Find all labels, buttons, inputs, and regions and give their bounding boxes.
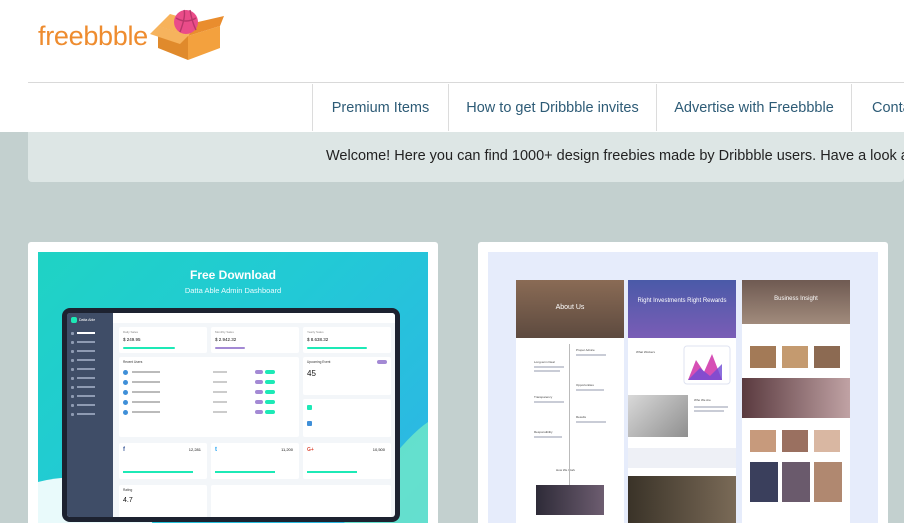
table-row <box>123 370 295 376</box>
stat-value: $ 8.638.32 <box>307 337 329 342</box>
section-label: Results <box>576 415 587 419</box>
upcoming-event-panel: Upcoming Event 45 <box>303 357 391 395</box>
thumbnail-title: Free Download <box>189 268 276 282</box>
logo[interactable]: freebbble <box>38 8 226 64</box>
logo-strip <box>628 448 736 468</box>
dashboard-topbar <box>113 313 395 323</box>
thumbnail-subtitle: Datta Able Admin Dashboard <box>184 286 282 295</box>
section-label: Who We Are <box>694 398 711 402</box>
hero-image: Business Insight <box>742 280 850 324</box>
stat-card: Monthly Sales $ 2.942.32 <box>211 327 299 353</box>
section-label: Long-term Deal <box>534 360 555 364</box>
logo-text: freebbble <box>38 20 148 51</box>
site-image <box>814 462 842 502</box>
table-row <box>123 400 295 406</box>
hero-title: Right Investments Right Rewards <box>637 298 727 304</box>
site-image <box>536 485 604 515</box>
twitter-icon: t <box>215 447 217 453</box>
stat-card: Yearly Sales $ 8.638.32 <box>303 327 391 353</box>
dashboard-sidebar: Datta Able <box>67 313 113 517</box>
panel-title: Recent Users <box>123 360 143 364</box>
website-page-mockup: About Us Long-term Deal Transparency Res… <box>516 280 624 523</box>
traffic-panel <box>303 399 391 437</box>
stat-value: $ 249.95 <box>123 337 141 342</box>
stat-label: Yearly Sales <box>307 330 324 334</box>
dribbble-box-icon <box>149 6 226 67</box>
card-thumbnail[interactable]: Free Download Datta Able Admin Dashboard… <box>38 252 428 523</box>
site-image <box>782 346 808 368</box>
table-row <box>123 380 295 386</box>
site-image <box>814 430 840 452</box>
site-image <box>750 346 776 368</box>
social-card: t 11,200 <box>211 443 299 479</box>
site-image <box>814 346 840 368</box>
nav-item-premium-items[interactable]: Premium Items <box>312 84 448 131</box>
hero-title: Business Insight <box>774 296 818 302</box>
main-nav: Premium Items How to get Dribbble invite… <box>28 84 904 131</box>
chart-illustration <box>683 345 731 385</box>
site-image <box>742 378 850 418</box>
welcome-banner: Welcome! Here you can find 1000+ design … <box>28 132 904 182</box>
panel-title: Rating <box>123 488 133 492</box>
dashboard-screen: Datta Able Daily Sales $ 249.95 Monthly … <box>67 313 395 517</box>
laptop-mockup: Datta Able Daily Sales $ 249.95 Monthly … <box>62 308 400 522</box>
freebie-card[interactable]: About Us Long-term Deal Transparency Res… <box>478 242 888 523</box>
social-card: f 12,281 <box>119 443 207 479</box>
section-label: What Workers <box>636 350 655 354</box>
social-value: 10,500 <box>372 447 385 452</box>
hero-title: About Us <box>555 304 585 311</box>
site-image <box>782 462 810 502</box>
website-page-mockup: Business Insight <box>742 280 850 523</box>
stat-label: Monthly Sales <box>215 330 234 334</box>
site-image <box>628 395 688 437</box>
stat-card: Daily Sales $ 249.95 <box>119 327 207 353</box>
google-plus-icon: G+ <box>307 447 314 453</box>
upcoming-value: 45 <box>307 369 316 378</box>
table-row <box>123 410 295 416</box>
app-logo-icon <box>71 317 77 323</box>
panel-title: Upcoming Event <box>307 360 331 364</box>
social-card: G+ 10,500 <box>303 443 391 479</box>
nav-item-dribbble-invites[interactable]: How to get Dribbble invites <box>448 84 656 131</box>
rating-panel: Rating 4.7 <box>119 485 207 517</box>
rating-value: 4.7 <box>123 497 133 504</box>
activity-panel <box>211 485 391 517</box>
stat-label: Daily Sales <box>123 330 139 334</box>
site-image <box>750 430 776 452</box>
site-image <box>628 476 736 523</box>
stat-value: $ 2.942.32 <box>215 337 237 342</box>
welcome-text: Welcome! Here you can find 1000+ design … <box>326 148 904 164</box>
hero-image: About Us <box>516 280 624 338</box>
recent-users-panel: Recent Users <box>119 357 299 437</box>
table-row <box>123 390 295 396</box>
card-thumbnail[interactable]: About Us Long-term Deal Transparency Res… <box>488 252 878 523</box>
website-page-mockup: Right Investments Right Rewards What Wor… <box>628 280 736 523</box>
section-label: Opportunities <box>576 383 594 387</box>
site-image <box>782 430 808 452</box>
section-label: Responsibility <box>534 430 553 434</box>
section-label: Transparency <box>534 395 553 399</box>
header-divider <box>28 82 904 83</box>
hero-image: Right Investments Right Rewards <box>628 280 736 338</box>
section-label: How We Work <box>556 468 576 472</box>
site-image <box>750 462 778 502</box>
section-label: Proper Advice <box>576 348 595 352</box>
facebook-icon: f <box>123 447 125 453</box>
freebie-card[interactable]: Free Download Datta Able Admin Dashboard… <box>28 242 438 523</box>
social-value: 11,200 <box>281 447 293 452</box>
nav-item-advertise[interactable]: Advertise with Freebbble <box>656 84 851 131</box>
site-header: freebbble Premium Items How to get Dribb… <box>0 0 904 132</box>
social-value: 12,281 <box>188 447 201 452</box>
nav-item-contact[interactable]: Conta <box>851 84 904 131</box>
app-name: Datta Able <box>79 318 96 322</box>
